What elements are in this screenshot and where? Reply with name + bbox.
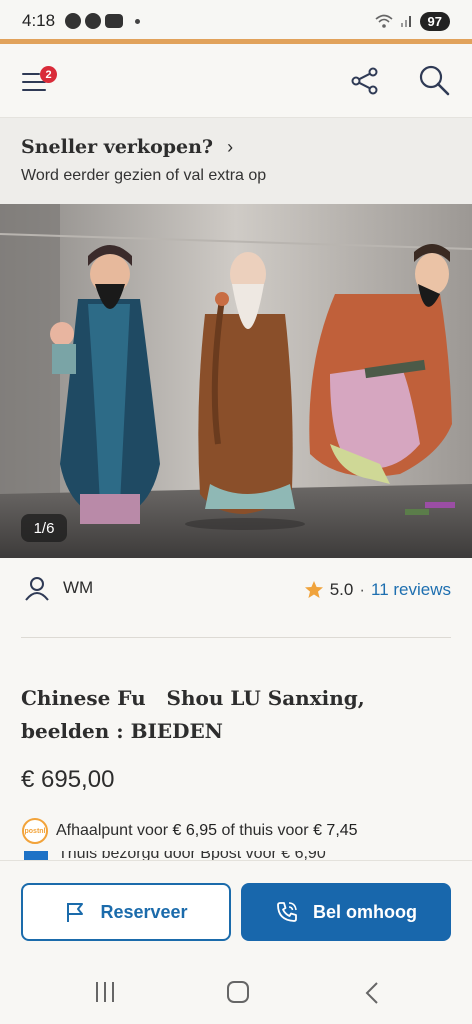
home-button[interactable] bbox=[227, 981, 249, 1003]
rating-score: 5.0 bbox=[329, 580, 354, 599]
pickup-price: € 6,95 bbox=[172, 822, 218, 839]
search-button[interactable] bbox=[418, 64, 452, 98]
signal-icon bbox=[400, 16, 411, 27]
postnl-logo: postnl bbox=[22, 818, 48, 844]
listing-price: € 695,00 bbox=[21, 766, 115, 793]
seller-name[interactable]: WM bbox=[63, 578, 93, 598]
chevron-right-icon: › bbox=[227, 136, 234, 157]
notification-icon bbox=[85, 13, 102, 29]
seller-rating[interactable]: 5.0 · 11 reviews bbox=[304, 580, 451, 600]
notification-badge: 2 bbox=[40, 66, 57, 83]
shipping-text: Afhaalpunt voor € 6,95 of thuis voor € 7… bbox=[56, 822, 358, 840]
status-time: 4:18 bbox=[22, 11, 56, 30]
star-icon bbox=[304, 581, 323, 598]
reserve-button[interactable]: Reserveer bbox=[21, 883, 231, 941]
seller-row[interactable]: WM 5.0 · 11 reviews bbox=[0, 570, 472, 610]
promo-subtitle: Word eerder gezien of val extra op bbox=[21, 167, 267, 184]
reviews-link[interactable]: 11 reviews bbox=[371, 580, 451, 600]
product-image bbox=[0, 204, 472, 558]
promo-title: Sneller verkopen? › bbox=[21, 136, 451, 158]
back-button[interactable] bbox=[362, 981, 382, 1005]
call-button[interactable]: Bel omhoog bbox=[241, 883, 451, 941]
search-icon bbox=[419, 65, 450, 96]
call-label: Bel omhoog bbox=[313, 901, 417, 922]
promo-title-text: Sneller verkopen? bbox=[21, 136, 214, 158]
share-button[interactable] bbox=[350, 66, 380, 96]
listing-title: Chinese Fu Shou LU Sanxing, beelden : BI… bbox=[21, 686, 372, 743]
wifi-icon bbox=[375, 14, 393, 28]
reserve-label: Reserveer bbox=[100, 901, 188, 922]
app-bar: 2 bbox=[0, 44, 472, 118]
more-notifications-icon bbox=[135, 18, 141, 24]
battery-indicator: 97 bbox=[419, 11, 450, 31]
status-bar: 4:18 97 bbox=[0, 0, 472, 42]
shipping-middle: of thuis voor bbox=[221, 822, 309, 839]
listing-photo[interactable]: 1/6 bbox=[0, 204, 472, 558]
shipping-option: postnl Afhaalpunt voor € 6,95 of thuis v… bbox=[22, 818, 358, 844]
system-nav-bar bbox=[0, 964, 472, 1024]
user-icon bbox=[25, 577, 49, 601]
divider bbox=[21, 637, 451, 638]
notification-icon bbox=[65, 13, 82, 29]
shipping-prefix: Afhaalpunt voor bbox=[56, 822, 169, 839]
share-icon bbox=[351, 67, 378, 95]
youtube-icon bbox=[105, 14, 124, 28]
phone-icon bbox=[277, 902, 297, 922]
recent-apps-button[interactable] bbox=[96, 982, 114, 1002]
flag-icon bbox=[67, 903, 84, 922]
rating-separator: · bbox=[359, 580, 365, 599]
home-price: € 7,45 bbox=[313, 822, 358, 839]
photo-counter: 1/6 bbox=[21, 514, 67, 542]
promo-banner[interactable]: Sneller verkopen? › Word eerder gezien o… bbox=[0, 118, 472, 204]
action-bar: Reserveer Bel omhoog bbox=[0, 860, 472, 964]
